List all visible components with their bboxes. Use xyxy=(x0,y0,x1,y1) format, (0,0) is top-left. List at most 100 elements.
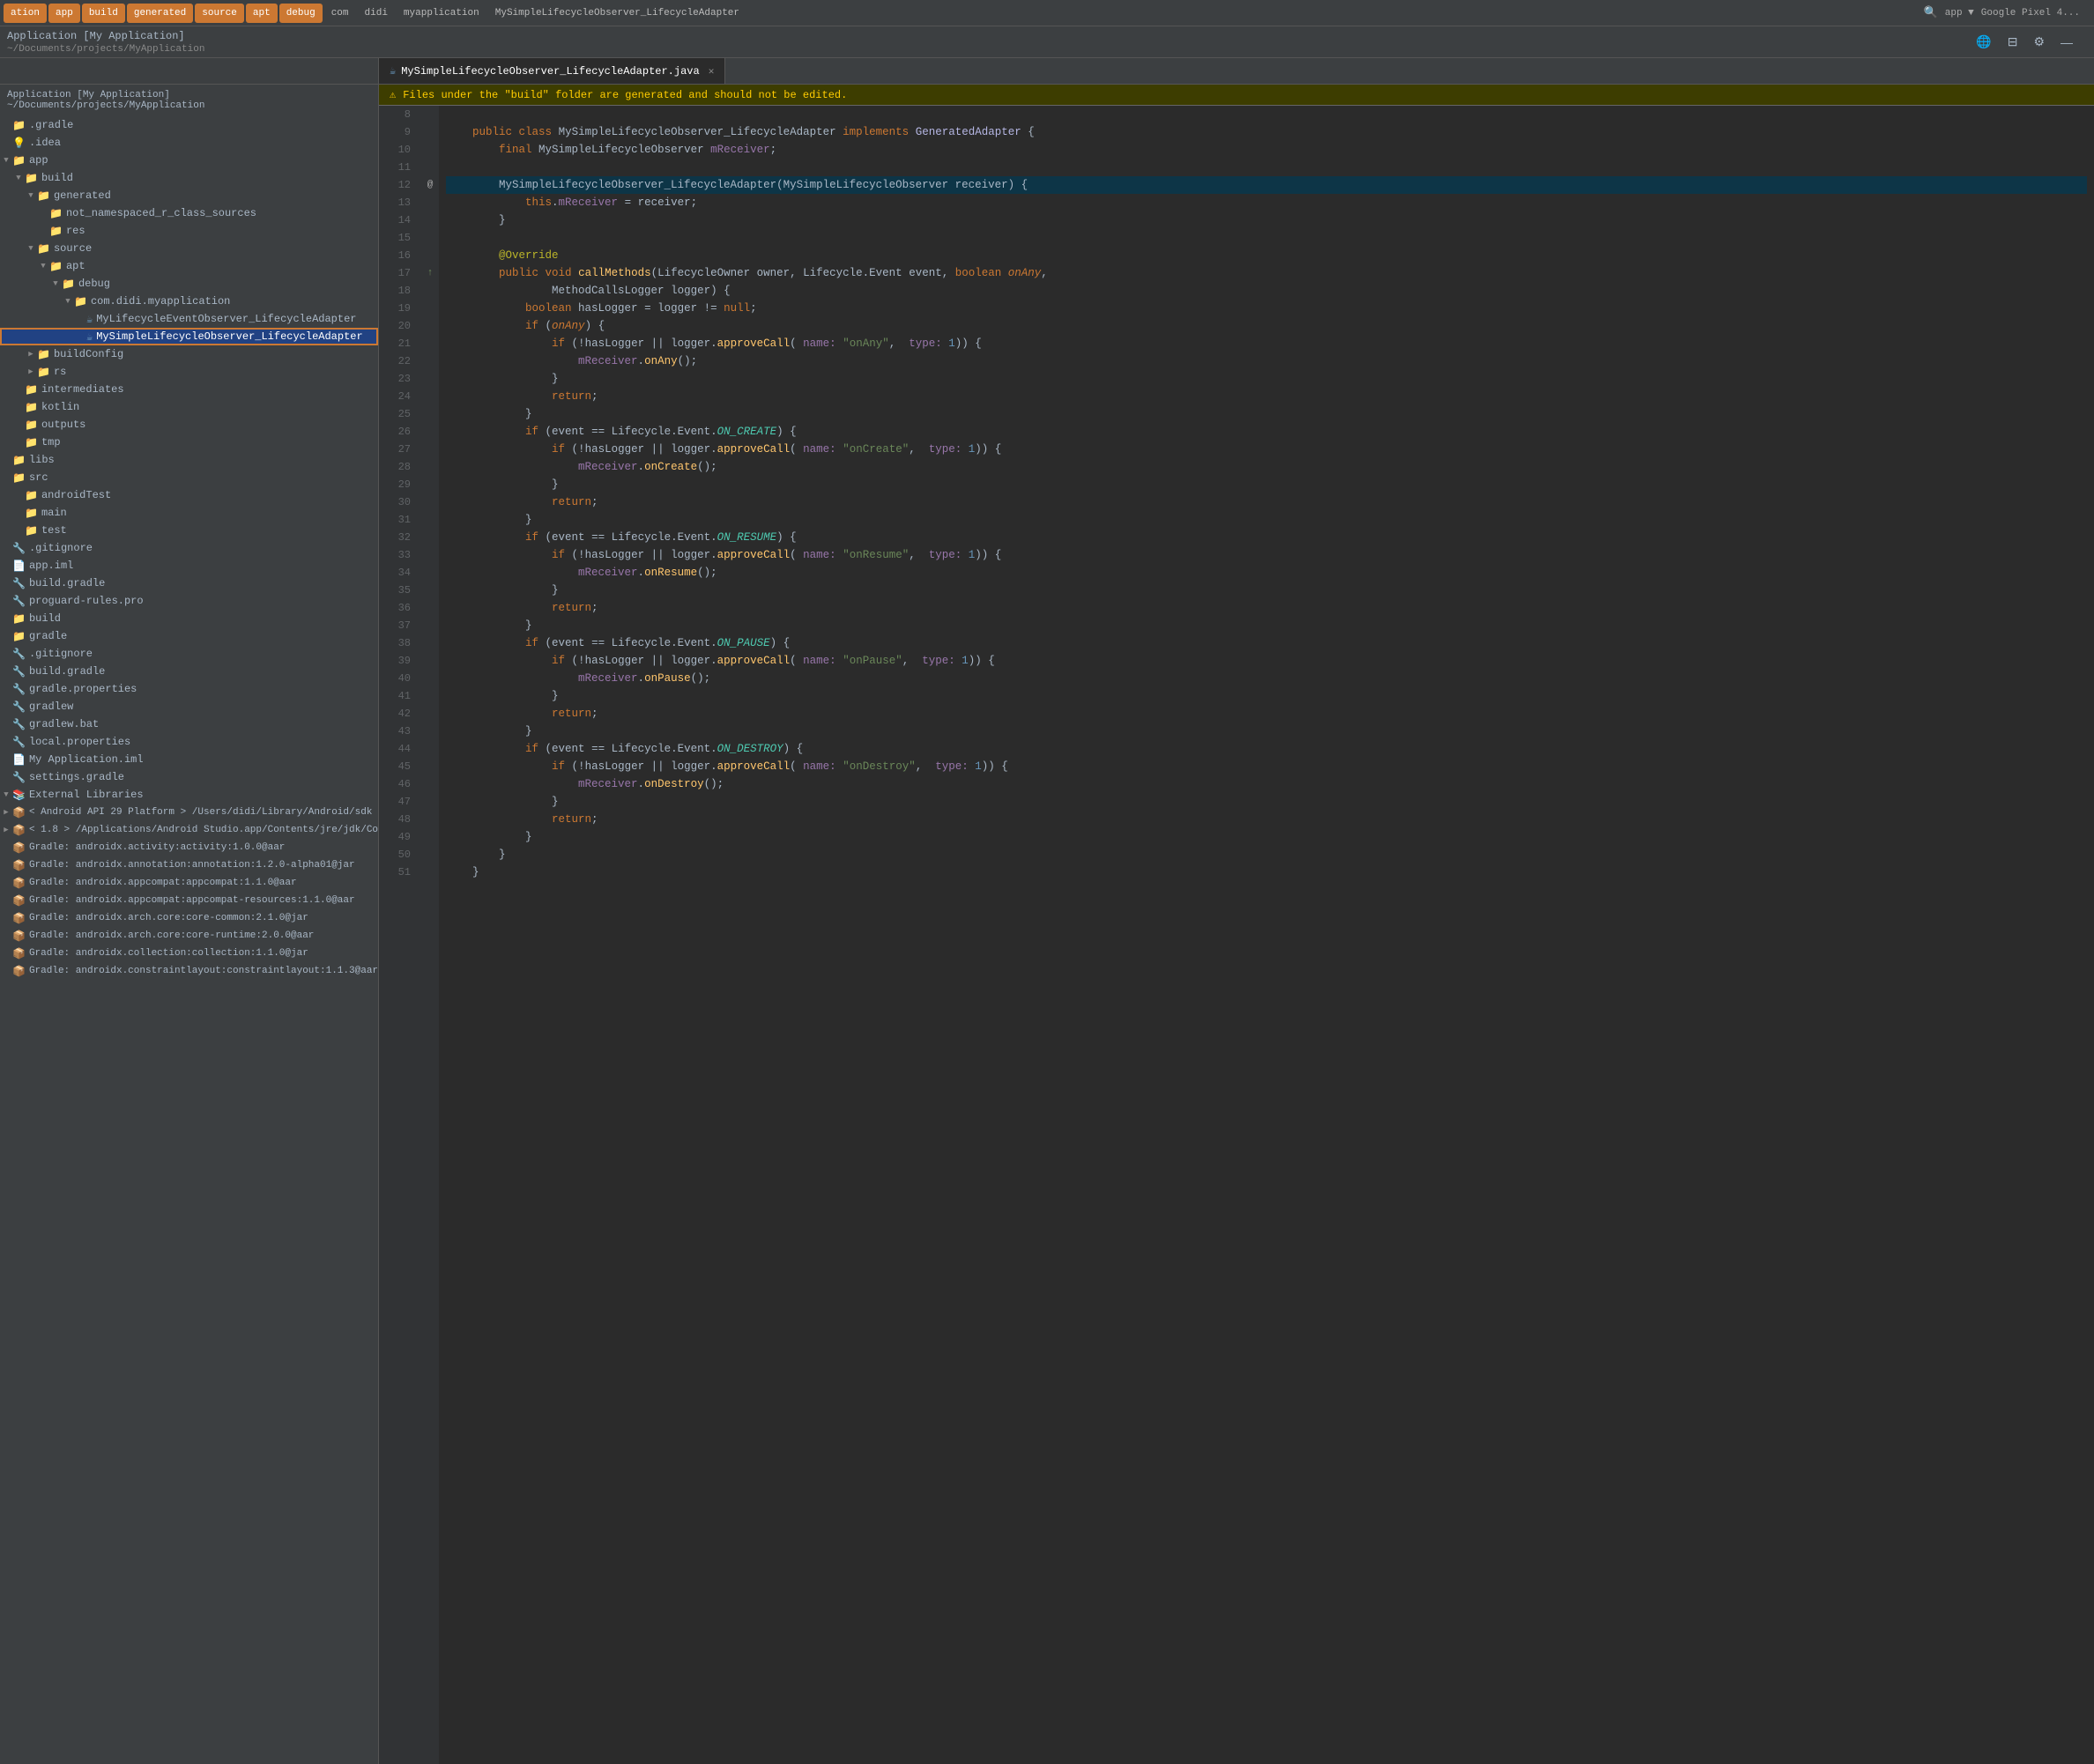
tree-item[interactable]: 🔧 gradlew xyxy=(0,698,378,715)
tree-item[interactable]: 📁 kotlin xyxy=(0,398,378,416)
tree-item[interactable]: 🔧 build.gradle xyxy=(0,663,378,680)
tree-arrow: ▼ xyxy=(37,262,49,271)
tree-item[interactable]: 📁 .gradle xyxy=(0,116,378,134)
code-line-46: mReceiver.onDestroy(); xyxy=(446,775,2087,793)
tree-label: generated xyxy=(54,189,111,202)
sidebar-header: Application [My Application] ~/Documents… xyxy=(0,85,378,116)
tree-label: proguard-rules.pro xyxy=(29,595,144,607)
top-tab-observer[interactable]: MySimpleLifecycleObserver_LifecycleAdapt… xyxy=(488,4,746,23)
minimize-button[interactable]: — xyxy=(2057,33,2076,51)
tree-item[interactable]: ▼ 📁 apt xyxy=(0,257,378,275)
tree-item[interactable]: 📁 src xyxy=(0,469,378,486)
tree-label: buildConfig xyxy=(54,348,123,360)
tree-item[interactable]: 📦 Gradle: androidx.appcompat:appcompat:1… xyxy=(0,874,378,892)
tree-item[interactable]: 📁 intermediates xyxy=(0,381,378,398)
tree-item[interactable]: 📁 res xyxy=(0,222,378,240)
tree-label-selected: MySimpleLifecycleObserver_LifecycleAdapt… xyxy=(96,330,362,343)
gitignore2-icon: 🔧 xyxy=(12,648,26,661)
tree-item[interactable]: 🔧 gradlew.bat xyxy=(0,715,378,733)
tree-item-mysimple[interactable]: ☕ MySimpleLifecycleObserver_LifecycleAda… xyxy=(0,328,378,345)
folder-icon: 📁 xyxy=(62,278,75,291)
top-tab-ation[interactable]: ation xyxy=(4,4,47,23)
code-line-12: MySimpleLifecycleObserver_LifecycleAdapt… xyxy=(446,176,2087,194)
tree-item[interactable]: 📁 tmp xyxy=(0,434,378,451)
tree-label: .gitignore xyxy=(29,542,93,554)
tree-item[interactable]: ▼ 📁 debug xyxy=(0,275,378,293)
tree-item[interactable]: ▼ 📁 source xyxy=(0,240,378,257)
folder-icon: 📁 xyxy=(74,295,87,308)
top-tab-source[interactable]: source xyxy=(195,4,244,23)
top-tab-com[interactable]: com xyxy=(324,4,356,23)
tree-label: tmp xyxy=(41,436,61,448)
tree-item[interactable]: ▶ 📁 rs xyxy=(0,363,378,381)
code-line-18: MethodCallsLogger logger) { xyxy=(446,282,2087,300)
localprop-icon: 🔧 xyxy=(12,736,26,749)
tree-item[interactable]: ▼ 📁 build xyxy=(0,169,378,187)
tree-item[interactable]: 📁 libs xyxy=(0,451,378,469)
top-tab-myapplication[interactable]: myapplication xyxy=(397,4,486,23)
top-tab-build[interactable]: build xyxy=(82,4,125,23)
top-tab-app[interactable]: app xyxy=(48,4,80,23)
file-tab-bar: ☕ MySimpleLifecycleObserver_LifecycleAda… xyxy=(0,58,2094,85)
code-line-48: return; xyxy=(446,811,2087,828)
tree-item[interactable]: 📁 main xyxy=(0,504,378,522)
tree-item[interactable]: 📦 Gradle: androidx.arch.core:core-common… xyxy=(0,909,378,927)
folder-icon: 📁 xyxy=(37,189,50,203)
tree-item[interactable]: ▼ 📚 External Libraries xyxy=(0,786,378,804)
tree-item[interactable]: ▼ 📁 generated xyxy=(0,187,378,204)
tree-item[interactable]: 📦 Gradle: androidx.constraintlayout:cons… xyxy=(0,962,378,980)
top-tab-apt[interactable]: apt xyxy=(246,4,278,23)
tree-item[interactable]: 🔧 local.properties xyxy=(0,733,378,751)
top-tab-generated[interactable]: generated xyxy=(127,4,193,23)
tree-item[interactable]: ▼ 📁 com.didi.myapplication xyxy=(0,293,378,310)
tree-item[interactable]: 📁 test xyxy=(0,522,378,539)
tree-item[interactable]: 📁 gradle xyxy=(0,627,378,645)
globe-button[interactable]: 🌐 xyxy=(1972,33,1994,51)
tree-item[interactable]: 📦 Gradle: androidx.arch.core:core-runtim… xyxy=(0,927,378,945)
file-tab-close-btn[interactable]: ✕ xyxy=(709,65,715,78)
tree-item[interactable]: 🔧 gradle.properties xyxy=(0,680,378,698)
project-root-label: Application [My Application] ~/Documents… xyxy=(7,90,204,111)
code-line-27: if (!hasLogger || logger.approveCall( na… xyxy=(446,441,2087,458)
tree-label: Gradle: androidx.arch.core:core-common:2… xyxy=(29,913,308,923)
settings-button[interactable]: ⚙ xyxy=(2030,33,2048,51)
tree-item[interactable]: 📄 My Application.iml xyxy=(0,751,378,768)
code-line-8 xyxy=(446,106,2087,123)
tree-item[interactable]: 📄 app.iml xyxy=(0,557,378,574)
tree-arrow: ▼ xyxy=(12,174,25,182)
code-line-21: if (!hasLogger || logger.approveCall( na… xyxy=(446,335,2087,352)
tree-item[interactable]: 🔧 settings.gradle xyxy=(0,768,378,786)
tree-item[interactable]: ▶ 📦 < Android API 29 Platform > /Users/d… xyxy=(0,804,378,821)
search-icon[interactable]: 🔍 xyxy=(1924,6,1938,19)
tree-item[interactable]: 📦 Gradle: androidx.activity:activity:1.0… xyxy=(0,839,378,856)
idea-icon: 💡 xyxy=(12,137,26,150)
code-line-35: } xyxy=(446,582,2087,599)
tree-item-mylifecycle[interactable]: ☕ MyLifecycleEventObserver_LifecycleAdap… xyxy=(0,310,378,328)
file-tab-active[interactable]: ☕ MySimpleLifecycleObserver_LifecycleAda… xyxy=(379,58,725,84)
java-selected-icon: ☕ xyxy=(86,330,93,344)
tree-item[interactable]: ▼ 📁 app xyxy=(0,152,378,169)
lib-icon: 📦 xyxy=(12,806,26,819)
tree-item[interactable]: 📦 Gradle: androidx.collection:collection… xyxy=(0,945,378,962)
tree-label: test xyxy=(41,524,67,537)
top-tab-debug[interactable]: debug xyxy=(279,4,323,23)
java-file-icon: ☕ xyxy=(390,64,396,78)
tree-item[interactable]: 🔧 build.gradle xyxy=(0,574,378,592)
layout-button[interactable]: ⊟ xyxy=(2004,33,2022,51)
top-tab-didi[interactable]: didi xyxy=(358,4,395,23)
tree-item[interactable]: 💡 .idea xyxy=(0,134,378,152)
tree-item[interactable]: 🔧 .gitignore xyxy=(0,539,378,557)
tree-item[interactable]: 📁 not_namespaced_r_class_sources xyxy=(0,204,378,222)
tree-item[interactable]: ▶ 📁 buildConfig xyxy=(0,345,378,363)
code-line-17: public void callMethods(LifecycleOwner o… xyxy=(446,264,2087,282)
tree-item[interactable]: 📦 Gradle: androidx.appcompat:appcompat-r… xyxy=(0,892,378,909)
tree-item[interactable]: 📁 androidTest xyxy=(0,486,378,504)
tree-label: not_namespaced_r_class_sources xyxy=(66,207,256,219)
tree-item[interactable]: 🔧 .gitignore xyxy=(0,645,378,663)
tree-item[interactable]: 📁 build xyxy=(0,610,378,627)
tree-item[interactable]: 🔧 proguard-rules.pro xyxy=(0,592,378,610)
tree-item[interactable]: 📁 outputs xyxy=(0,416,378,434)
tree-item[interactable]: 📦 Gradle: androidx.annotation:annotation… xyxy=(0,856,378,874)
folder-icon: 📁 xyxy=(49,260,63,273)
tree-item[interactable]: ▶ 📦 < 1.8 > /Applications/Android Studio… xyxy=(0,821,378,839)
